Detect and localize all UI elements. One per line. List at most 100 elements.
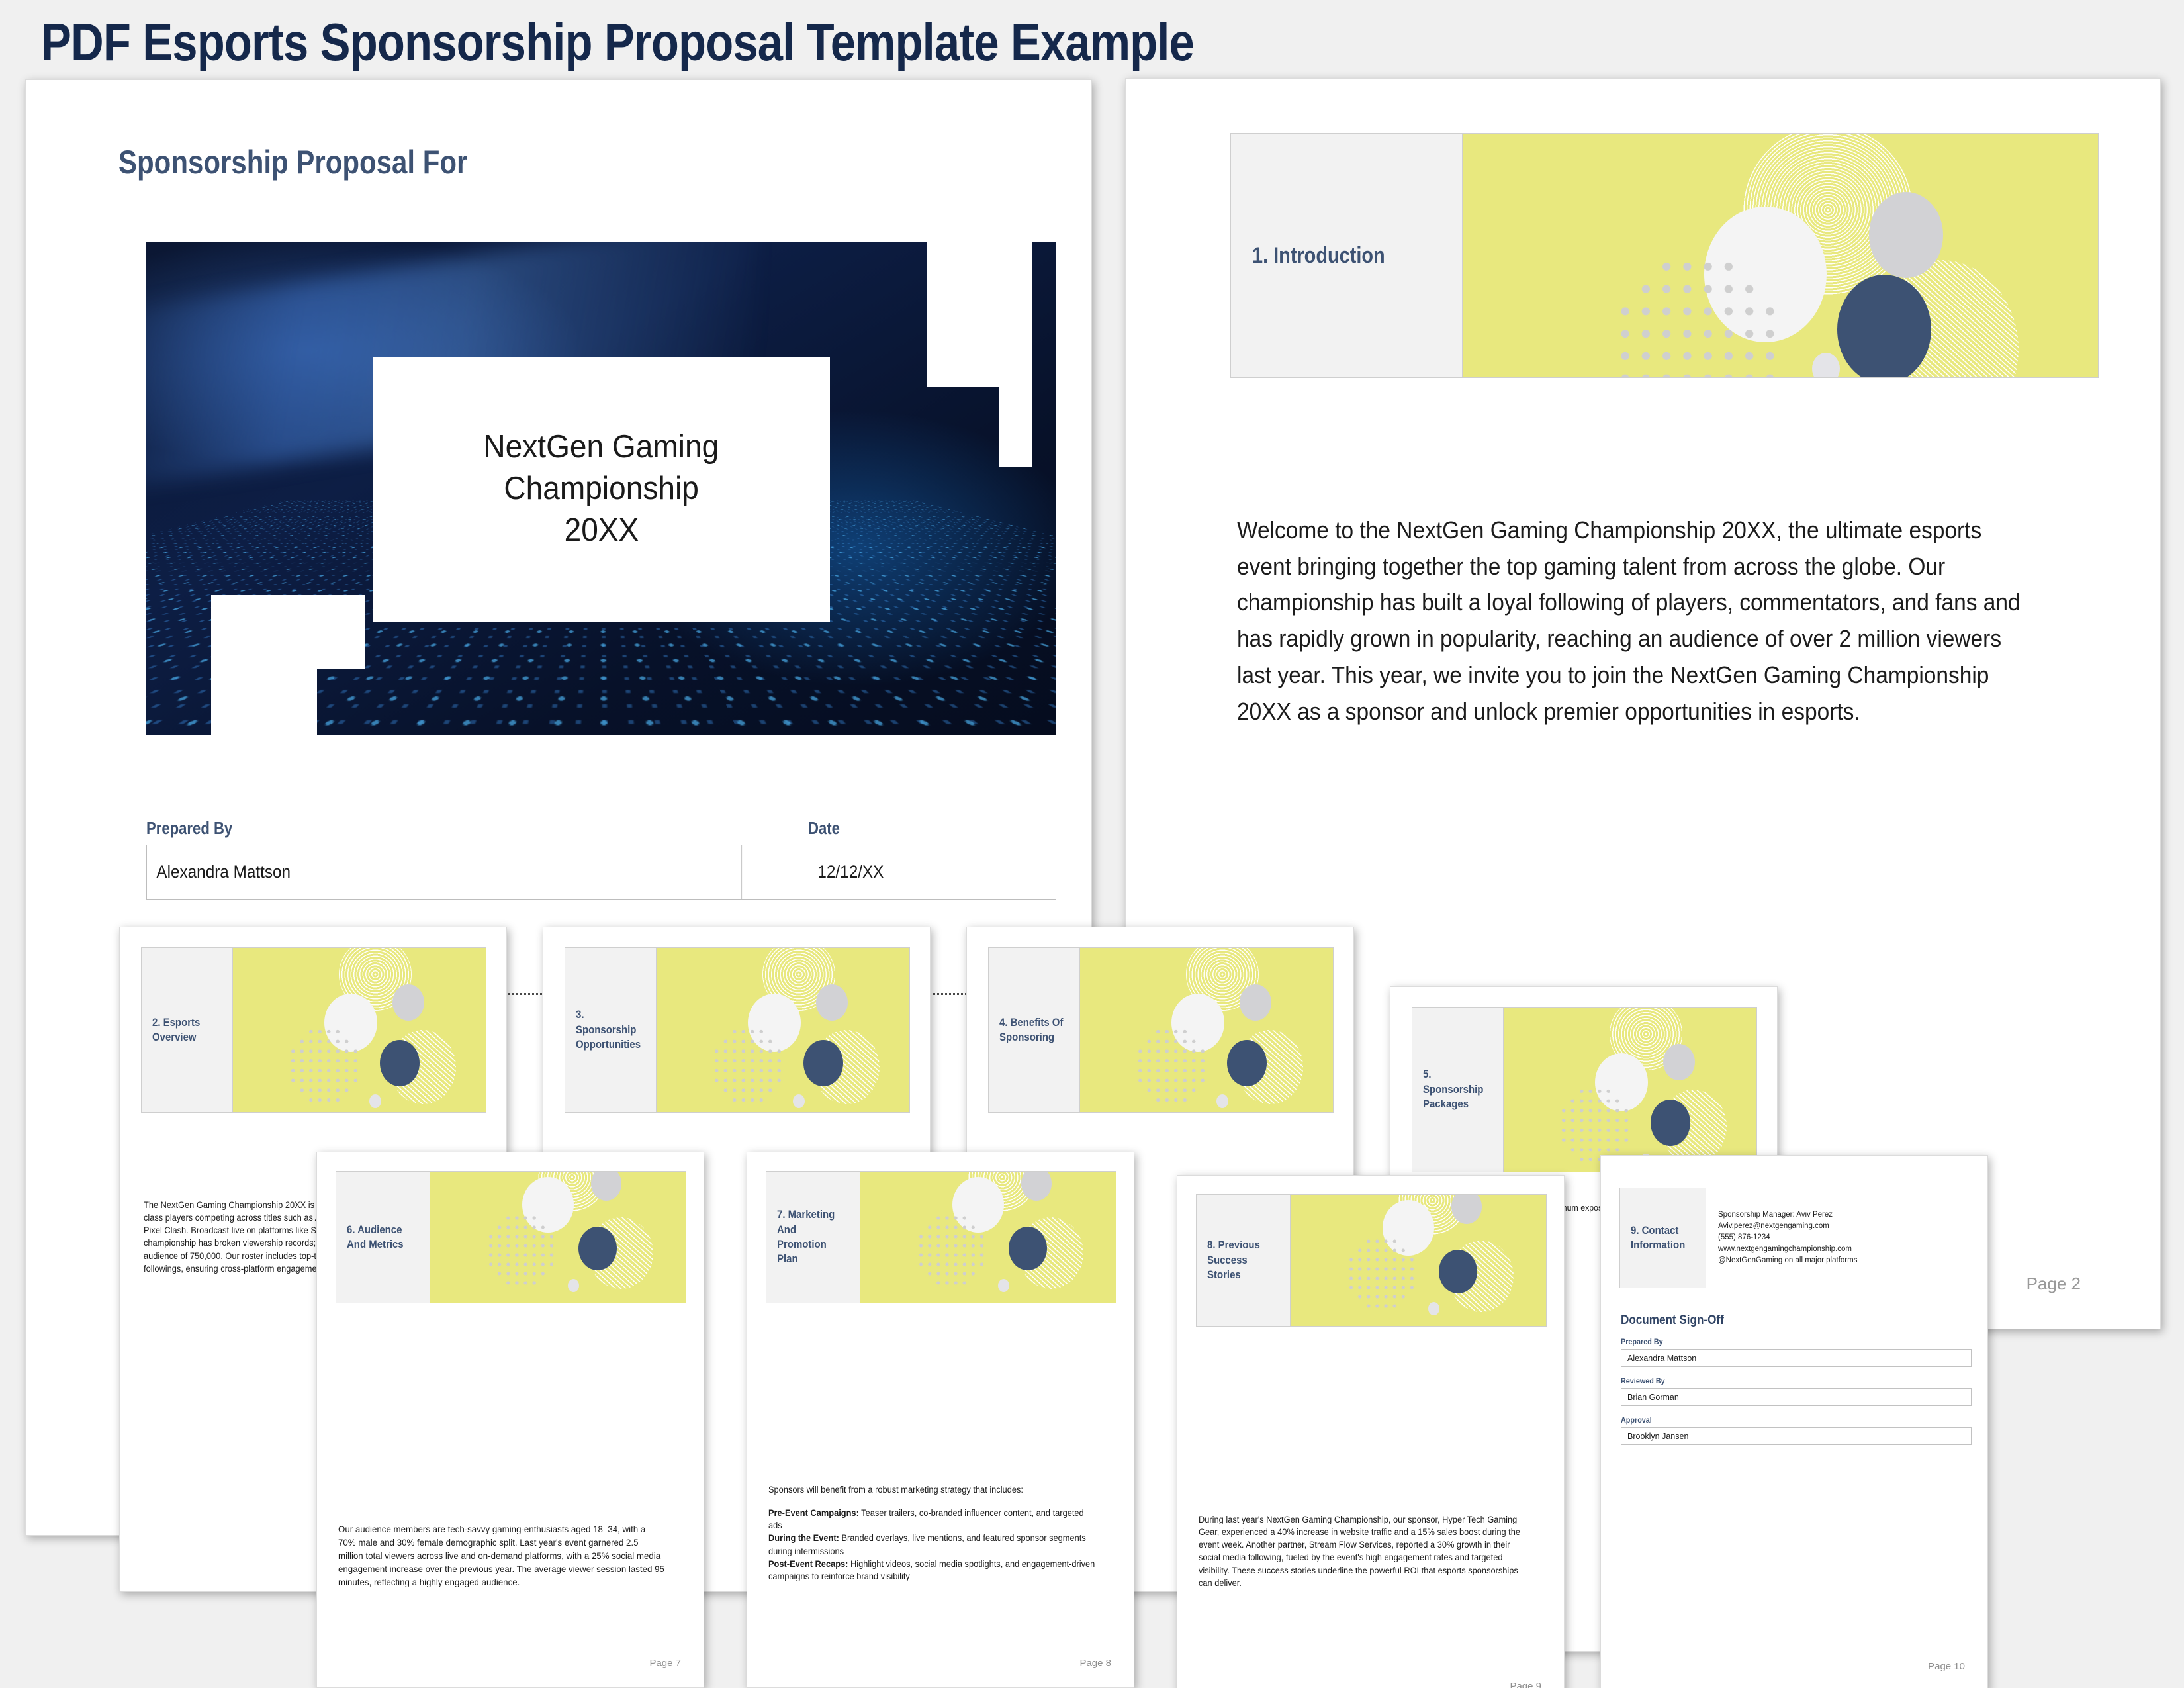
cover-title-line-1: NextGen Gaming — [483, 429, 719, 465]
sign-off-field-prepared-by: Prepared By Alexandra Mattson — [1621, 1337, 1972, 1367]
document-thumbnail-contact-information[interactable]: 9. Contact Information Sponsorship Manag… — [1600, 1155, 1988, 1688]
section-label-previous-success-stories: 8. Previous Success Stories — [1207, 1239, 1260, 1282]
contact-line: Sponsorship Manager: Aviv Perez — [1718, 1211, 1833, 1219]
decor-pale-circle — [793, 1094, 805, 1108]
decor-navy-circle — [1226, 1039, 1267, 1086]
marketing-item: During the Event: Branded overlays, live… — [768, 1532, 1095, 1557]
decor-pale-circle — [1216, 1094, 1229, 1108]
decor-grey-circle — [591, 1172, 622, 1201]
decor-navy-circle — [379, 1039, 420, 1086]
prepared-by-label: Prepared By — [146, 818, 233, 838]
contact-line: www.nextgengamingchampionship.com — [1718, 1244, 1852, 1253]
sign-off-label: Reviewed By — [1621, 1376, 1665, 1385]
decor-navy-circle — [578, 1227, 617, 1271]
section-label-introduction: 1. Introduction — [1252, 242, 1385, 268]
document-sign-off-block: Document Sign-Off Prepared By Alexandra … — [1621, 1313, 1972, 1454]
cover-title-line-3: 20XX — [564, 512, 639, 548]
cover-image: NextGen Gaming Championship 20XX — [146, 242, 1056, 735]
decor-grey-circle — [815, 984, 848, 1021]
decor-navy-circle — [1008, 1227, 1047, 1271]
contact-line: (555) 876-1234 — [1718, 1233, 1770, 1242]
page1-heading: Sponsorship Proposal For — [118, 144, 468, 181]
decorative-abstract-graphic — [1080, 948, 1333, 1112]
sign-off-input[interactable]: Brian Gorman — [1621, 1388, 1972, 1406]
decorative-abstract-graphic — [233, 948, 486, 1112]
decor-dot-circle — [289, 1027, 361, 1105]
decor-grey-circle — [1869, 192, 1944, 279]
marketing-intro: Sponsors will benefit from a robust mark… — [768, 1485, 1023, 1495]
decorative-abstract-graphic — [430, 1172, 686, 1303]
cover-notch-bottom-left-horizontal — [317, 595, 365, 669]
sign-off-input[interactable]: Alexandra Mattson — [1621, 1349, 1972, 1367]
sign-off-title: Document Sign-Off — [1621, 1313, 1724, 1327]
sign-off-input[interactable]: Brooklyn Jansen — [1621, 1427, 1972, 1445]
contact-details-block: Sponsorship Manager: Aviv Perez Aviv.per… — [1706, 1188, 1970, 1288]
sign-off-label: Prepared By — [1621, 1337, 1663, 1346]
document-thumbnail-audience-and-metrics[interactable]: 6. Audience And Metrics Our audience mem… — [316, 1152, 704, 1688]
thumbnail-body-text: During last year's NextGen Gaming Champi… — [1199, 1515, 1520, 1588]
decor-pale-circle — [1812, 353, 1840, 377]
date-value[interactable]: 12/12/XX — [808, 845, 1030, 899]
prepared-by-table: Prepared By Date Alexandra Mattson 12/12… — [146, 818, 1056, 900]
section-label-contact-information: 9. Contact Information — [1631, 1223, 1686, 1251]
section-label-audience-and-metrics: 6. Audience And Metrics — [347, 1223, 404, 1250]
decor-dot-circle — [486, 1213, 556, 1288]
cover-notch-bottom-left-vertical — [211, 595, 317, 735]
section-label-benefits-of-sponsoring: 4. Benefits Of Sponsoring — [999, 1015, 1064, 1043]
decorative-abstract-graphic — [1463, 134, 2098, 377]
decor-navy-circle — [1837, 275, 1932, 377]
marketing-plan-content: Sponsors will benefit from a robust mark… — [768, 1483, 1095, 1583]
decor-pale-circle — [568, 1279, 580, 1293]
table-row: Alexandra Mattson 12/12/XX — [146, 845, 1056, 900]
decor-dot-circle — [1559, 1086, 1631, 1165]
sign-off-field-approval: Approval Brooklyn Jansen — [1621, 1415, 1972, 1445]
document-thumbnail-marketing-and-promotion-plan[interactable]: 7. Marketing And Promotion Plan Sponsors… — [747, 1152, 1134, 1688]
decor-dot-circle — [712, 1027, 784, 1105]
thumbnail-body-text: Our audience members are tech-savvy gami… — [338, 1524, 664, 1587]
section-banner-label-column: 1. Introduction — [1231, 134, 1463, 377]
section-label-sponsorship-packages: 5. Sponsorship Packages — [1423, 1068, 1484, 1111]
document-thumbnail-previous-success-stories[interactable]: 8. Previous Success Stories During last … — [1177, 1175, 1565, 1688]
section-label-esports-overview: 2. Esports Overview — [152, 1015, 201, 1043]
decor-dot-circle — [1346, 1237, 1416, 1311]
section-label-sponsorship-opportunities: 3. Sponsorship Opportunities — [576, 1008, 641, 1051]
contact-line: Aviv.perez@nextgengaming.com — [1718, 1222, 1829, 1231]
section-label-marketing-and-promotion-plan: 7. Marketing And Promotion Plan — [777, 1208, 835, 1266]
contact-line: @NextGenGaming on all major platforms — [1718, 1256, 1858, 1264]
marketing-item-term: During the Event: — [768, 1533, 839, 1544]
sign-off-field-reviewed-by: Reviewed By Brian Gorman — [1621, 1376, 1972, 1406]
cover-notch-top-right-horizontal — [999, 387, 1032, 467]
decorative-abstract-graphic — [1504, 1008, 1756, 1172]
prepared-by-value[interactable]: Alexandra Mattson — [147, 845, 743, 899]
decor-pale-circle — [998, 1279, 1010, 1293]
decor-navy-circle — [1438, 1250, 1477, 1294]
introduction-body-text: Welcome to the NextGen Gaming Championsh… — [1237, 516, 2021, 725]
marketing-item: Post-Event Recaps: Highlight videos, soc… — [768, 1558, 1095, 1583]
decor-navy-circle — [803, 1039, 843, 1086]
screenshot-canvas: PDF Esports Sponsorship Proposal Templat… — [0, 0, 2184, 1688]
cover-title-line-2: Championship — [504, 471, 699, 507]
decor-grey-circle — [392, 984, 424, 1021]
sign-off-label: Approval — [1621, 1415, 1652, 1425]
page-title: PDF Esports Sponsorship Proposal Templat… — [41, 13, 1195, 71]
decor-pale-circle — [1428, 1302, 1440, 1316]
date-label: Date — [808, 818, 840, 838]
decor-navy-circle — [1650, 1099, 1690, 1146]
cover-title-card: NextGen Gaming Championship 20XX — [373, 356, 830, 622]
marketing-item: Pre-Event Campaigns: Teaser trailers, co… — [768, 1507, 1095, 1532]
decorative-abstract-graphic — [1291, 1195, 1546, 1326]
section-banner-introduction: 1. Introduction — [1230, 133, 2099, 378]
thumbnail-footer: Page 9 — [1510, 1681, 1541, 1688]
decor-grey-circle — [1662, 1043, 1695, 1080]
decor-dot-circle — [916, 1213, 986, 1288]
marketing-item-term: Pre-Event Campaigns: — [768, 1508, 859, 1519]
page2-footer: Page 2 — [2026, 1274, 2081, 1293]
thumbnail-footer: Page 8 — [1079, 1658, 1111, 1669]
decor-dot-circle — [1136, 1027, 1208, 1105]
marketing-item-term: Post-Event Recaps: — [768, 1558, 848, 1569]
thumbnail-footer: Page 7 — [649, 1658, 681, 1669]
decorative-abstract-graphic — [860, 1172, 1116, 1303]
cover-notch-top-right-vertical — [927, 242, 1032, 387]
thumbnail-footer: Page 10 — [1928, 1661, 1965, 1672]
decor-grey-circle — [1021, 1172, 1052, 1201]
